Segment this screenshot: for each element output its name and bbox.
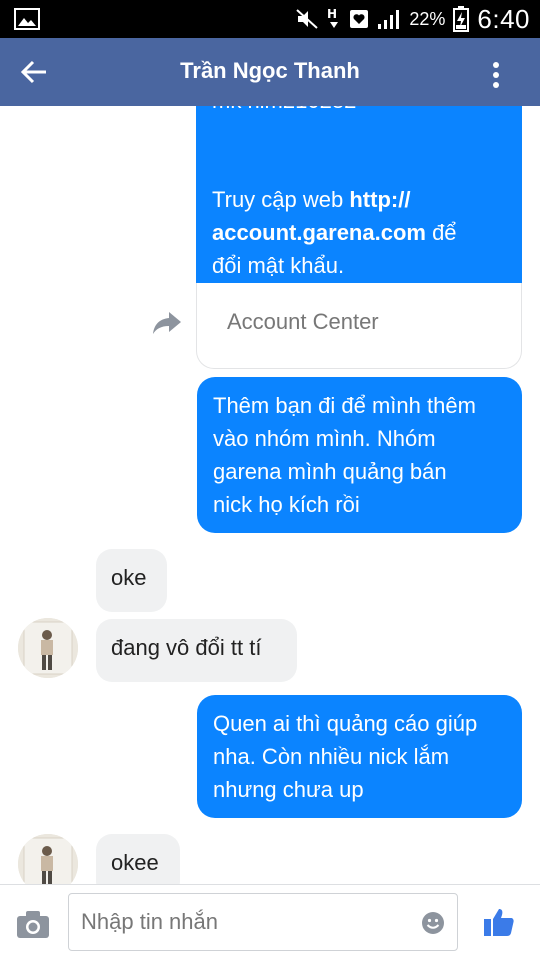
incoming-message[interactable]: okee [96,834,180,884]
outgoing-message[interactable]: Thêm bạn đi để mình thêm vào nhóm mình. … [197,377,522,533]
avatar-photo [18,618,78,678]
incoming-message[interactable]: oke [96,549,167,612]
battery-percent: 22% [409,8,446,29]
account-center-card[interactable]: Account Center [196,283,522,369]
outgoing-message[interactable]: Quen ai thì quảng cáo giúp nha. Còn nhiề… [197,695,522,818]
message-line: nhưng chưa up [213,777,364,802]
message-line: Quen ai thì quảng cáo giúp [213,711,478,736]
contact-name[interactable]: Trần Ngọc Thanh [0,58,540,84]
more-options-icon[interactable] [492,62,500,88]
emoji-icon[interactable] [421,911,445,935]
message-composer: Nhập tin nhắn [0,884,540,960]
signal-icon [378,10,400,29]
message-line: vào nhóm mình. Nhóm [213,426,436,451]
mute-icon [296,9,319,29]
message-line: garena mình quảng bán [213,459,447,484]
screen: H 22% 6:40 Trần Ngọc Thanh Truy cập web … [0,0,540,960]
message-line: nha. Còn nhiều nick lắm [213,744,450,769]
card-link-part1[interactable]: http:// [349,187,410,212]
status-bar: H 22% 6:40 [0,0,540,38]
card-line1: Truy cập web [212,187,350,212]
image-notification-icon [14,8,40,30]
message-text: đang vô đổi tt tí [111,635,262,660]
avatar-photo [18,834,78,884]
card-link-part2[interactable]: account.garena.com [212,220,426,245]
contact-avatar[interactable] [18,618,78,678]
network-h-icon: H [327,7,339,28]
card-line3: đổi mật khẩu. [212,253,345,278]
message-text: okee [111,850,159,875]
incoming-message[interactable]: đang vô đổi tt tí [96,619,297,682]
card-text-area: mk hlm210282 Truy cập web http:// accoun… [196,106,522,283]
message-input[interactable]: Nhập tin nhắn [68,893,458,951]
link-card-message[interactable]: mk hlm210282 Truy cập web http:// accoun… [196,106,522,369]
like-icon[interactable] [483,907,515,937]
message-text: oke [111,565,147,590]
clock: 6:40 [477,3,530,34]
card-partial-line: mk hlm210282 [212,106,506,117]
message-line: nick họ kích rồi [213,492,360,517]
message-line: Thêm bạn đi để mình thêm [213,393,476,418]
battery-icon [453,6,470,32]
account-center-label: Account Center [227,309,379,334]
conversation-header: Trần Ngọc Thanh [0,38,540,106]
card-line2-rest: để [425,220,457,245]
contact-avatar[interactable] [18,834,78,884]
status-right: H 22% 6:40 [295,0,530,38]
share-icon[interactable] [152,310,182,336]
camera-icon[interactable] [16,909,50,939]
message-list[interactable]: mk hlm210282 Truy cập web http:// accoun… [0,106,540,884]
svg-text:H: H [327,7,337,21]
heart-notification-icon [350,10,369,28]
